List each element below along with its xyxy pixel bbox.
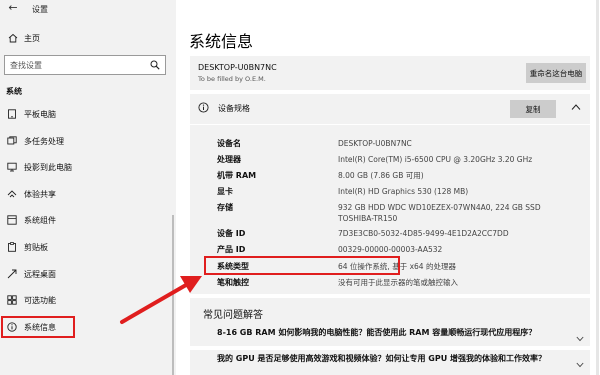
spec-key: 机带 RAM: [217, 171, 257, 180]
title-bar: ← 设置: [0, 0, 176, 18]
search-input[interactable]: [5, 56, 145, 74]
selection-highlight: [1, 316, 75, 338]
sidebar-scrollbar[interactable]: [172, 215, 174, 375]
sidebar-item-label: 剪贴板: [24, 242, 48, 252]
spec-key: 显卡: [217, 187, 233, 196]
components-icon: [7, 215, 17, 226]
sidebar-item-label: 可选功能: [24, 296, 56, 306]
search-icon[interactable]: [150, 60, 160, 70]
spec-value: 没有可用于此显示器的笔或触控输入: [338, 278, 458, 287]
project-icon: [7, 162, 17, 172]
sidebar-item-label: 多任务处理: [24, 136, 64, 146]
rename-pc-button[interactable]: 重命名这台电脑: [526, 63, 586, 83]
sidebar-item-home[interactable]: 主页: [0, 31, 176, 47]
sidebar: ← 设置 主页 系统 平板电脑 多任务处理 投影到此电脑 体验共享: [0, 0, 176, 375]
faq-title: 常见问题解答: [203, 310, 263, 321]
page-title: 系统信息: [189, 32, 254, 51]
sidebar-item-system-components[interactable]: 系统组件: [0, 207, 176, 234]
spec-value: 8.00 GB (7.86 GB 可用): [338, 171, 424, 180]
sidebar-item-clipboard[interactable]: 剪贴板: [0, 234, 176, 261]
optional-features-icon: [7, 295, 17, 305]
device-manufacturer: To be filled by O.E.M.: [198, 75, 266, 83]
spec-value: 932 GB HDD WDC WD10EZEX-07WN4A0, 224 GB …: [338, 203, 541, 223]
main-content: 系统信息 DESKTOP-U0BN7NC To be filled by O.E…: [176, 0, 600, 375]
window-title: 设置: [32, 5, 48, 14]
spec-key: 笔和触控: [217, 278, 249, 287]
back-arrow-icon[interactable]: ←: [7, 1, 19, 14]
spec-key: 存储: [217, 203, 233, 212]
clipboard-icon: [8, 242, 16, 252]
divider: [190, 346, 590, 350]
system-type-highlight: [204, 256, 400, 275]
sidebar-item-label: 体验共享: [24, 189, 56, 199]
search-box[interactable]: [4, 55, 166, 75]
chevron-down-icon[interactable]: [576, 336, 584, 342]
spec-value: 00329-00000-00003-AA532: [338, 245, 443, 254]
info-icon: [198, 102, 209, 113]
sidebar-item-multitasking[interactable]: 多任务处理: [0, 128, 176, 155]
sidebar-item-remote-desktop[interactable]: 远程桌面: [0, 261, 176, 288]
sidebar-item-tablet[interactable]: 平板电脑: [0, 101, 176, 128]
main-scrollbar[interactable]: [596, 0, 599, 375]
device-name: DESKTOP-U0BN7NC: [198, 63, 277, 72]
sidebar-item-label: 远程桌面: [24, 269, 56, 279]
faq-question[interactable]: 我的 GPU 是否足够使用高效游戏和视频体验？如何让专用 GPU 增强我的体验和…: [217, 353, 546, 364]
device-card: DESKTOP-U0BN7NC To be filled by O.E.M. 重…: [190, 56, 590, 90]
multitask-icon: [7, 135, 17, 145]
copy-button[interactable]: 复制: [510, 100, 556, 118]
spec-key: 处理器: [217, 155, 241, 164]
home-icon: [8, 33, 18, 43]
remote-desktop-icon: [7, 269, 17, 278]
sidebar-item-project[interactable]: 投影到此电脑: [0, 154, 176, 181]
spec-key: 设备名: [217, 139, 241, 148]
spec-key: 设备 ID: [217, 229, 246, 238]
sidebar-item-label: 主页: [24, 34, 40, 43]
chevron-up-icon[interactable]: [571, 103, 581, 111]
chevron-down-icon[interactable]: [576, 362, 584, 368]
sidebar-item-shared-experiences[interactable]: 体验共享: [0, 181, 176, 208]
sidebar-item-label: 投影到此电脑: [24, 163, 72, 173]
faq-card: 常见问题解答 8-16 GB RAM 如何影响我的电脑性能？能否使用此 RAM …: [190, 298, 590, 375]
spec-value: 7D3E3CB0-5032-4D85-9499-4E1D2A2CC7DD: [338, 229, 509, 238]
tablet-icon: [8, 109, 16, 119]
share-icon: [7, 190, 17, 198]
section-label: 系统: [6, 87, 22, 96]
spec-value: DESKTOP-U0BN7NC: [338, 139, 412, 148]
specs-title: 设备规格: [218, 104, 250, 113]
spec-value: Intel(R) HD Graphics 530 (128 MB): [338, 187, 469, 196]
sidebar-item-optional-features[interactable]: 可选功能: [0, 287, 176, 314]
spec-value: Intel(R) Core(TM) i5-6500 CPU @ 3.20GHz …: [338, 155, 533, 164]
spec-key: 产品 ID: [217, 245, 246, 254]
sidebar-item-label: 平板电脑: [24, 110, 56, 119]
sidebar-nav: 平板电脑 多任务处理 投影到此电脑 体验共享 系统组件 剪贴板 远程桌面 可选功…: [0, 101, 176, 340]
divider: [190, 124, 590, 125]
sidebar-item-label: 系统组件: [24, 216, 56, 226]
faq-question[interactable]: 8-16 GB RAM 如何影响我的电脑性能？能否使用此 RAM 容量顺畅运行现…: [217, 327, 536, 338]
